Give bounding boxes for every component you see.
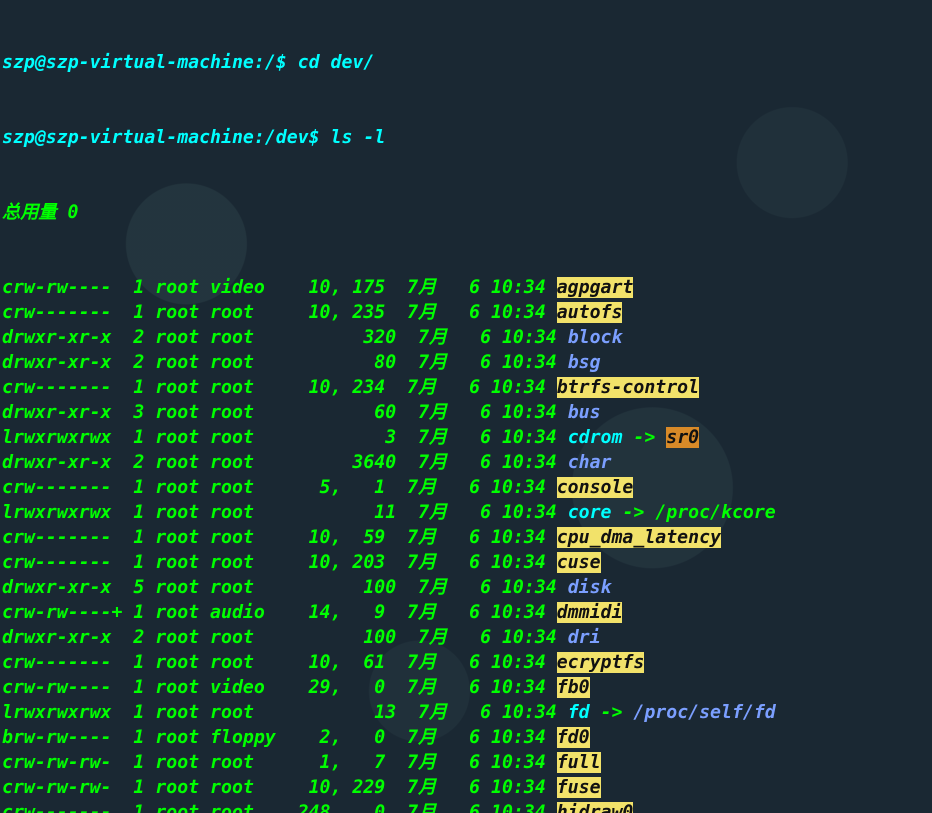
file-attrs: lrwxrwxrwx 1 root root 11 7月 6 10:34 — [2, 502, 568, 523]
file-name: fd — [568, 702, 590, 723]
file-attrs: lrwxrwxrwx 1 root root 3 7月 6 10:34 — [2, 427, 568, 448]
file-name: dmmidi — [557, 602, 623, 623]
file-name: ecryptfs — [557, 652, 645, 673]
user-host: szp@szp-virtual-machine — [2, 127, 254, 148]
list-item: lrwxrwxrwx 1 root root 3 7月 6 10:34 cdro… — [2, 425, 930, 450]
cwd: /dev — [265, 127, 309, 148]
file-attrs: crw------- 1 root root 10, 61 7月 6 10:34 — [2, 652, 557, 673]
command: cd dev/ — [298, 52, 375, 73]
file-name: cdrom — [568, 427, 623, 448]
file-attrs: crw------- 1 root root 10, 59 7月 6 10:34 — [2, 527, 557, 548]
list-item: crw------- 1 root root 10, 59 7月 6 10:34… — [2, 525, 930, 550]
file-attrs: crw------- 1 root root 248, 0 7月 6 10:34 — [2, 802, 557, 813]
list-item: crw-rw-rw- 1 root root 1, 7 7月 6 10:34 f… — [2, 750, 930, 775]
user-host: szp@szp-virtual-machine — [2, 52, 254, 73]
cwd: / — [265, 52, 276, 73]
list-item: drwxr-xr-x 2 root root 3640 7月 6 10:34 c… — [2, 450, 930, 475]
link-target: /proc/self/fd — [633, 702, 775, 723]
file-name: agpgart — [557, 277, 634, 298]
file-attrs: crw------- 1 root root 10, 234 7月 6 10:3… — [2, 377, 557, 398]
list-item: drwxr-xr-x 2 root root 100 7月 6 10:34 dr… — [2, 625, 930, 650]
file-name: fuse — [557, 777, 601, 798]
list-item: brw-rw---- 1 root floppy 2, 0 7月 6 10:34… — [2, 725, 930, 750]
list-item: crw-rw---- 1 root video 29, 0 7月 6 10:34… — [2, 675, 930, 700]
file-attrs: drwxr-xr-x 5 root root 100 7月 6 10:34 — [2, 577, 568, 598]
file-name: btrfs-control — [557, 377, 699, 398]
file-attrs: drwxr-xr-x 2 root root 100 7月 6 10:34 — [2, 627, 568, 648]
link-arrow: -> — [590, 702, 634, 723]
list-item: crw------- 1 root root 5, 1 7月 6 10:34 c… — [2, 475, 930, 500]
file-name: bsg — [568, 352, 601, 373]
list-item: drwxr-xr-x 5 root root 100 7月 6 10:34 di… — [2, 575, 930, 600]
command: ls -l — [331, 127, 386, 148]
file-name: block — [568, 327, 623, 348]
list-item: crw------- 1 root root 10, 234 7月 6 10:3… — [2, 375, 930, 400]
prompt-line-1: szp@szp-virtual-machine:/$ cd dev/ — [2, 50, 930, 75]
file-name: disk — [568, 577, 612, 598]
file-listing: crw-rw---- 1 root video 10, 175 7月 6 10:… — [2, 275, 930, 813]
file-name: console — [557, 477, 634, 498]
prompt-line-2: szp@szp-virtual-machine:/dev$ ls -l — [2, 125, 930, 150]
list-item: crw-rw----+ 1 root audio 14, 9 7月 6 10:3… — [2, 600, 930, 625]
file-attrs: drwxr-xr-x 2 root root 80 7月 6 10:34 — [2, 352, 568, 373]
file-attrs: brw-rw---- 1 root floppy 2, 0 7月 6 10:34 — [2, 727, 557, 748]
list-item: crw------- 1 root root 10, 61 7月 6 10:34… — [2, 650, 930, 675]
link-target: /proc/kcore — [655, 502, 775, 523]
file-name: hidraw0 — [557, 802, 634, 813]
file-attrs: drwxr-xr-x 2 root root 320 7月 6 10:34 — [2, 327, 568, 348]
file-attrs: crw------- 1 root root 5, 1 7月 6 10:34 — [2, 477, 557, 498]
link-arrow: -> — [622, 427, 666, 448]
file-name: bus — [568, 402, 601, 423]
file-attrs: crw-rw----+ 1 root audio 14, 9 7月 6 10:3… — [2, 602, 557, 623]
file-name: full — [557, 752, 601, 773]
file-name: cpu_dma_latency — [557, 527, 721, 548]
file-attrs: lrwxrwxrwx 1 root root 13 7月 6 10:34 — [2, 702, 568, 723]
list-item: lrwxrwxrwx 1 root root 11 7月 6 10:34 cor… — [2, 500, 930, 525]
file-name: fd0 — [557, 727, 590, 748]
file-attrs: crw-rw-rw- 1 root root 1, 7 7月 6 10:34 — [2, 752, 557, 773]
file-attrs: crw-rw---- 1 root video 29, 0 7月 6 10:34 — [2, 677, 557, 698]
list-item: crw------- 1 root root 10, 203 7月 6 10:3… — [2, 550, 930, 575]
terminal[interactable]: szp@szp-virtual-machine:/$ cd dev/ szp@s… — [0, 0, 932, 813]
file-name: fb0 — [557, 677, 590, 698]
list-item: crw------- 1 root root 248, 0 7月 6 10:34… — [2, 800, 930, 813]
list-item: lrwxrwxrwx 1 root root 13 7月 6 10:34 fd … — [2, 700, 930, 725]
link-target: sr0 — [666, 427, 699, 448]
file-name: autofs — [557, 302, 623, 323]
link-arrow: -> — [612, 502, 656, 523]
total-line: 总用量 0 — [2, 200, 930, 225]
file-attrs: drwxr-xr-x 3 root root 60 7月 6 10:34 — [2, 402, 568, 423]
file-name: core — [568, 502, 612, 523]
file-attrs: crw------- 1 root root 10, 203 7月 6 10:3… — [2, 552, 557, 573]
file-attrs: crw-rw---- 1 root video 10, 175 7月 6 10:… — [2, 277, 557, 298]
list-item: drwxr-xr-x 2 root root 80 7月 6 10:34 bsg — [2, 350, 930, 375]
list-item: crw-rw-rw- 1 root root 10, 229 7月 6 10:3… — [2, 775, 930, 800]
file-name: char — [568, 452, 612, 473]
file-name: cuse — [557, 552, 601, 573]
list-item: crw------- 1 root root 10, 235 7月 6 10:3… — [2, 300, 930, 325]
list-item: drwxr-xr-x 2 root root 320 7月 6 10:34 bl… — [2, 325, 930, 350]
list-item: crw-rw---- 1 root video 10, 175 7月 6 10:… — [2, 275, 930, 300]
list-item: drwxr-xr-x 3 root root 60 7月 6 10:34 bus — [2, 400, 930, 425]
file-attrs: drwxr-xr-x 2 root root 3640 7月 6 10:34 — [2, 452, 568, 473]
file-attrs: crw------- 1 root root 10, 235 7月 6 10:3… — [2, 302, 557, 323]
file-attrs: crw-rw-rw- 1 root root 10, 229 7月 6 10:3… — [2, 777, 557, 798]
file-name: dri — [568, 627, 601, 648]
